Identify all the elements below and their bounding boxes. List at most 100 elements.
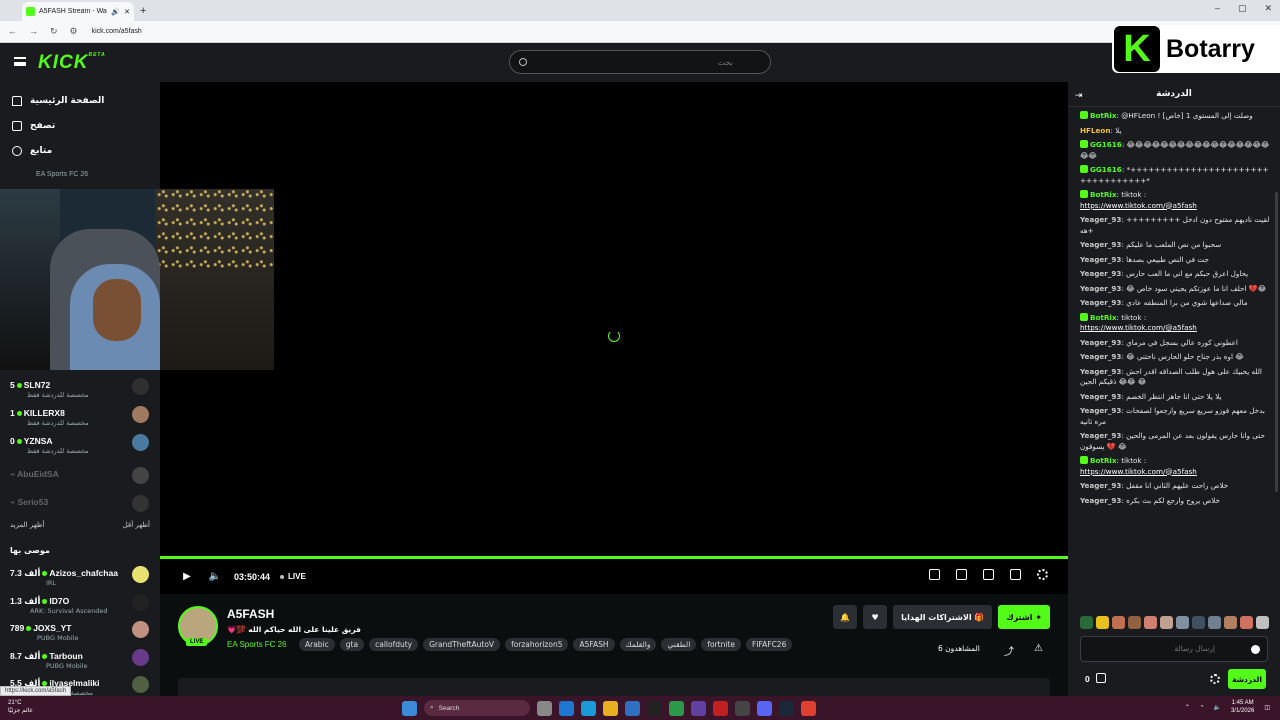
- play-icon[interactable]: ▶: [180, 570, 194, 584]
- theater-mode-icon[interactable]: [983, 569, 994, 580]
- chat-username[interactable]: Yeager_93: [1080, 338, 1121, 347]
- emote-icon[interactable]: [1160, 616, 1173, 629]
- chat-link[interactable]: https://www.tiktok.com/@a5fash: [1080, 323, 1197, 332]
- clock[interactable]: 1:45 AM 3/1/2026: [1231, 699, 1254, 715]
- search-input[interactable]: [533, 57, 733, 67]
- url-field[interactable]: kick.com/a5fash: [92, 28, 142, 35]
- obs-icon[interactable]: [735, 700, 750, 716]
- notification-icon[interactable]: ◫: [1264, 704, 1270, 711]
- emote-icon[interactable]: [1192, 616, 1205, 629]
- chat-username[interactable]: Yeager_93: [1080, 392, 1121, 401]
- report-icon[interactable]: ⚠: [1034, 643, 1043, 658]
- emote-icon[interactable]: [1128, 616, 1141, 629]
- emote-icon[interactable]: [1224, 616, 1237, 629]
- tag[interactable]: A5FASH: [573, 638, 615, 651]
- sidebar-channel-offline[interactable]: ⌁ AbuEidSA: [0, 465, 160, 491]
- notification-bell-icon[interactable]: 🔔: [833, 605, 858, 629]
- chat-send-button[interactable]: الدردشة: [1228, 669, 1266, 689]
- sidebar-channel[interactable]: 8.7 ألف Tarboun PUBG Mobile: [0, 647, 160, 673]
- tag[interactable]: Arabic: [299, 638, 335, 651]
- emote-icon[interactable]: [1208, 616, 1221, 629]
- chat-username[interactable]: Yeager_93: [1080, 406, 1121, 415]
- chat-input[interactable]: [1095, 644, 1215, 653]
- wifi-icon[interactable]: ◔: [1200, 704, 1204, 710]
- chat-settings-icon[interactable]: [1210, 674, 1220, 684]
- chat-app-icon[interactable]: [757, 700, 772, 716]
- store-icon[interactable]: [625, 700, 640, 716]
- forward-arrow-icon[interactable]: →: [29, 26, 38, 37]
- app-icon[interactable]: [647, 700, 662, 716]
- tag[interactable]: والقلمك: [619, 638, 657, 651]
- chat-link[interactable]: https://www.tiktok.com/@a5fash: [1080, 201, 1197, 210]
- emote-icon[interactable]: [1080, 616, 1093, 629]
- follow-heart-icon[interactable]: ♥: [863, 605, 888, 629]
- chat-username[interactable]: Yeager_93: [1080, 269, 1121, 278]
- close-window-button[interactable]: ✕: [1264, 3, 1272, 14]
- tag[interactable]: gta: [339, 638, 365, 651]
- settings-gear-icon[interactable]: [1037, 569, 1048, 580]
- chat-link[interactable]: https://www.tiktok.com/@a5fash: [1080, 467, 1197, 476]
- emote-icon[interactable]: [1144, 616, 1157, 629]
- chat-username[interactable]: BotRix: [1090, 456, 1117, 465]
- share-icon[interactable]: ⤴: [1004, 643, 1014, 658]
- speaker-icon[interactable]: 🔈: [1213, 704, 1220, 711]
- nav-following[interactable]: متابع: [0, 138, 160, 163]
- chat-username[interactable]: Yeager_93: [1080, 215, 1121, 224]
- sidebar-channel[interactable]: 1 KILLERX8 مخصصة للدردشة فقط: [0, 404, 160, 430]
- stream-category[interactable]: EA Sports FC 26: [227, 640, 287, 649]
- chat-username[interactable]: Yeager_93: [1080, 496, 1121, 505]
- site-info-icon[interactable]: ⚙: [70, 26, 78, 37]
- sidebar-channel[interactable]: 789 JOXS_YT PUBG Mobile: [0, 619, 160, 645]
- back-arrow-icon[interactable]: ←: [8, 26, 17, 37]
- chat-username[interactable]: GG1616: [1090, 140, 1122, 149]
- fullscreen-icon[interactable]: [1010, 569, 1021, 580]
- pip-icon[interactable]: [929, 569, 940, 580]
- minimize-button[interactable]: –: [1215, 3, 1220, 14]
- search-bar[interactable]: [509, 50, 771, 74]
- chat-username[interactable]: Yeager_93: [1080, 284, 1121, 293]
- steam-icon[interactable]: [779, 700, 794, 716]
- chat-username[interactable]: Yeager_93: [1080, 481, 1121, 490]
- sidebar-channel-offline[interactable]: ⌁ Serio53: [0, 493, 160, 519]
- discord-icon[interactable]: [691, 700, 706, 716]
- streamer-name[interactable]: A5FASH: [227, 607, 274, 621]
- tag[interactable]: fortnite: [701, 638, 741, 651]
- gift-subs-button[interactable]: الاشتراكات الهدايا 🎁: [893, 605, 993, 629]
- chat-username[interactable]: BotRix: [1090, 111, 1117, 120]
- nav-browse[interactable]: تصفح: [0, 113, 160, 138]
- emote-icon[interactable]: [1096, 616, 1109, 629]
- sidebar-channel[interactable]: 5 SLN72 مخصصة للدردشة فقط: [0, 376, 160, 402]
- tag[interactable]: الطقني: [661, 638, 697, 651]
- emote-icon[interactable]: [1176, 616, 1189, 629]
- volume-icon[interactable]: 🔈: [208, 570, 222, 584]
- youtube-icon[interactable]: [713, 700, 728, 716]
- chat-username[interactable]: Yeager_93: [1080, 367, 1121, 376]
- emote-icon[interactable]: [1240, 616, 1253, 629]
- new-tab-button[interactable]: +: [140, 5, 146, 17]
- menu-icon[interactable]: [14, 57, 26, 66]
- task-view-icon[interactable]: [537, 700, 552, 716]
- edge-icon[interactable]: [581, 700, 596, 716]
- emote-icon[interactable]: [1256, 616, 1269, 629]
- chat-input-box[interactable]: [1080, 636, 1268, 662]
- tag[interactable]: GrandTheftAutoV: [423, 638, 501, 651]
- taskbar-search[interactable]: ⌕ Search: [424, 700, 530, 716]
- live-indicator[interactable]: LIVE: [280, 572, 306, 581]
- chat-username[interactable]: Yeager_93: [1080, 255, 1121, 264]
- sidebar-channel[interactable]: 0 YZNSA مخصصة للدردشة فقط: [0, 432, 160, 458]
- chat-username[interactable]: Yeager_93: [1080, 298, 1121, 307]
- chat-username[interactable]: Yeager_93: [1080, 431, 1121, 440]
- maximize-button[interactable]: ▢: [1238, 3, 1247, 14]
- chrome-icon[interactable]: [801, 700, 816, 716]
- chat-username[interactable]: GG1616: [1090, 165, 1122, 174]
- chat-username[interactable]: HFLeon: [1080, 126, 1110, 135]
- chat-username[interactable]: Yeager_93: [1080, 352, 1121, 361]
- chat-username[interactable]: Yeager_93: [1080, 240, 1121, 249]
- copilot-icon[interactable]: [559, 700, 574, 716]
- windows-start-icon[interactable]: [402, 700, 417, 716]
- show-more-link[interactable]: أظهر المزيد: [10, 521, 44, 529]
- show-less-link[interactable]: أظهر أقل: [123, 521, 150, 529]
- tag[interactable]: FIFAFC26: [745, 638, 793, 651]
- emoji-picker-icon[interactable]: [1251, 645, 1260, 654]
- tab-audio-icon[interactable]: 🔊: [111, 8, 120, 16]
